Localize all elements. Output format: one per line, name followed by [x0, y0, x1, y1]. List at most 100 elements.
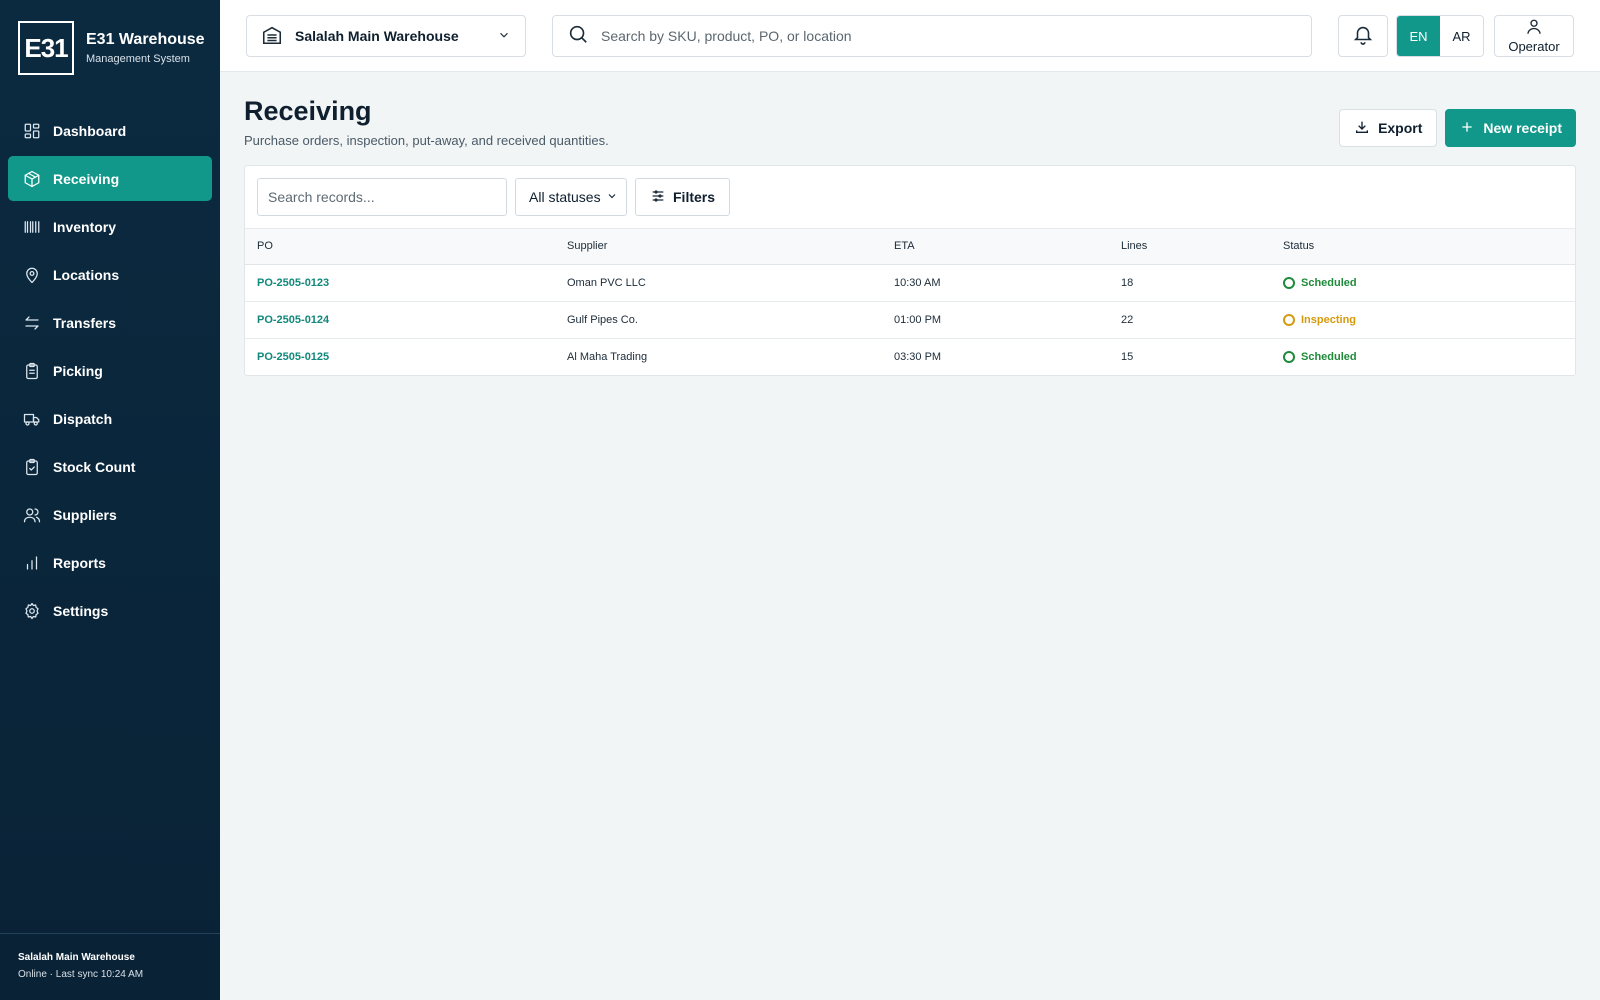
sidebar-item-suppliers[interactable]: Suppliers — [8, 492, 212, 537]
user-name: Operator — [1508, 39, 1560, 54]
brand-title: E31 Warehouse — [86, 31, 205, 48]
sidebar-item-transfers[interactable]: Transfers — [8, 300, 212, 345]
records-toolbar: All statuses Filters — [245, 166, 1575, 229]
brand: E31 E31 Warehouse Management System — [0, 0, 220, 96]
table-header-row: PO Supplier ETA Lines Status — [245, 229, 1575, 265]
status-circle-icon — [1283, 276, 1295, 289]
column-header-status[interactable]: Status — [1271, 229, 1575, 265]
brand-text: E31 Warehouse Management System — [86, 31, 205, 65]
supplier-cell: Gulf Pipes Co. — [555, 301, 882, 339]
sidebar-item-stock-count[interactable]: Stock Count — [8, 444, 212, 489]
gear-icon — [22, 601, 42, 621]
eta-cell: 10:30 AM — [882, 264, 1109, 302]
sidebar-item-label: Reports — [53, 554, 106, 571]
global-search — [552, 15, 1312, 57]
footer-warehouse: Salalah Main Warehouse — [18, 952, 135, 963]
box-icon — [22, 169, 42, 189]
bar-chart-icon — [22, 553, 42, 573]
po-cell: PO-2505-0125 — [245, 338, 555, 375]
sidebar-item-label: Locations — [53, 266, 120, 283]
download-icon — [1354, 119, 1378, 138]
table-row[interactable]: PO-2505-0123 Oman PVC LLC 10:30 AM 18 Sc… — [245, 264, 1575, 302]
status-label: Inspecting — [1301, 313, 1357, 326]
transfer-arrows-icon — [22, 313, 42, 333]
po-cell: PO-2505-0124 — [245, 301, 555, 339]
warehouse-selector[interactable]: Salalah Main Warehouse — [246, 15, 526, 57]
sidebar-item-label: Receiving — [53, 170, 120, 187]
export-button[interactable]: Export — [1339, 109, 1438, 147]
clipboard-check-icon — [22, 457, 42, 477]
lang-en-button[interactable]: EN — [1397, 16, 1440, 56]
sidebar-item-inventory[interactable]: Inventory — [8, 204, 212, 249]
table-row[interactable]: PO-2505-0125 Al Maha Trading 03:30 PM 15… — [245, 338, 1575, 375]
column-header-po[interactable]: PO — [245, 229, 555, 265]
supplier-cell: Oman PVC LLC — [555, 264, 882, 302]
sidebar-item-locations[interactable]: Locations — [8, 252, 212, 297]
sidebar-item-label: Settings — [53, 602, 109, 619]
bell-icon — [1352, 23, 1374, 50]
status-label: Scheduled — [1301, 350, 1357, 363]
status-cell: Inspecting — [1271, 301, 1575, 339]
status-badge: Scheduled — [1283, 276, 1575, 289]
sidebar-item-label: Transfers — [53, 314, 117, 331]
lines-cell: 22 — [1109, 301, 1271, 339]
sidebar-item-picking[interactable]: Picking — [8, 348, 212, 393]
status-filter-select[interactable]: All statuses — [515, 178, 627, 216]
status-circle-icon — [1283, 350, 1295, 363]
filters-button[interactable]: Filters — [635, 178, 731, 216]
barcode-icon — [22, 217, 42, 237]
warehouse-icon — [261, 24, 283, 49]
clipboard-list-icon — [22, 361, 42, 381]
column-header-eta[interactable]: ETA — [882, 229, 1109, 265]
sidebar-item-reports[interactable]: Reports — [8, 540, 212, 585]
status-filter-value: All statuses — [529, 189, 601, 205]
brand-subtitle: Management System — [86, 53, 190, 65]
status-badge: Inspecting — [1283, 313, 1575, 326]
sidebar-item-label: Picking — [53, 362, 103, 379]
status-cell: Scheduled — [1271, 338, 1575, 375]
topbar: Salalah Main Warehouse EN AR Operator — [220, 0, 1600, 72]
notifications-button[interactable] — [1338, 15, 1388, 57]
truck-icon — [22, 409, 42, 429]
global-search-input[interactable] — [601, 28, 1281, 44]
po-link[interactable]: PO-2505-0123 — [257, 277, 329, 289]
records-search-input[interactable] — [257, 178, 507, 216]
warehouse-selector-label: Salalah Main Warehouse — [295, 28, 459, 44]
lang-ar-button[interactable]: AR — [1440, 16, 1483, 56]
po-link[interactable]: PO-2505-0125 — [257, 351, 329, 363]
sidebar-item-label: Stock Count — [53, 458, 136, 475]
sidebar-item-label: Dashboard — [53, 122, 127, 139]
status-label: Scheduled — [1301, 276, 1357, 289]
new-receipt-button[interactable]: New receipt — [1445, 109, 1576, 147]
sidebar-item-dispatch[interactable]: Dispatch — [8, 396, 212, 441]
logo: E31 — [18, 21, 74, 75]
sidebar-item-dashboard[interactable]: Dashboard — [8, 108, 212, 153]
users-icon — [22, 505, 42, 525]
eta-cell: 03:30 PM — [894, 350, 942, 363]
lines-cell: 18 — [1109, 264, 1271, 302]
filters-button-label: Filters — [673, 189, 716, 205]
sidebar-footer: Salalah Main Warehouse Online · Last syn… — [0, 933, 220, 1000]
sidebar-nav: Dashboard Receiving Inventory Locations … — [0, 100, 220, 633]
sidebar-item-receiving[interactable]: Receiving — [8, 156, 212, 201]
footer-sync-status: Online · Last sync 10:24 AM — [18, 969, 144, 980]
po-cell: PO-2505-0123 — [245, 264, 555, 302]
records-panel: All statuses Filters PO Supplier ETA Lin… — [244, 165, 1576, 376]
sidebar-item-label: Inventory — [53, 218, 117, 235]
column-header-supplier[interactable]: Supplier — [555, 229, 882, 265]
sidebar: E31 E31 Warehouse Management System Dash… — [0, 0, 220, 1000]
sidebar-item-label: Dispatch — [53, 410, 113, 427]
map-pin-icon — [22, 265, 42, 285]
status-badge: Scheduled — [1283, 350, 1575, 363]
sidebar-item-settings[interactable]: Settings — [8, 588, 212, 633]
column-header-lines[interactable]: Lines — [1109, 229, 1271, 265]
chevron-down-icon — [497, 28, 511, 45]
main-content: Receiving Purchase orders, inspection, p… — [244, 72, 1576, 376]
lines-cell: 15 — [1121, 350, 1134, 363]
table-row[interactable]: PO-2505-0124 Gulf Pipes Co. 01:00 PM 22 … — [245, 301, 1575, 339]
po-link[interactable]: PO-2505-0124 — [257, 314, 329, 326]
dashboard-icon — [22, 121, 42, 141]
user-menu-button[interactable]: Operator — [1494, 15, 1574, 57]
export-button-label: Export — [1378, 120, 1423, 136]
page-actions: Export New receipt — [1339, 109, 1576, 147]
